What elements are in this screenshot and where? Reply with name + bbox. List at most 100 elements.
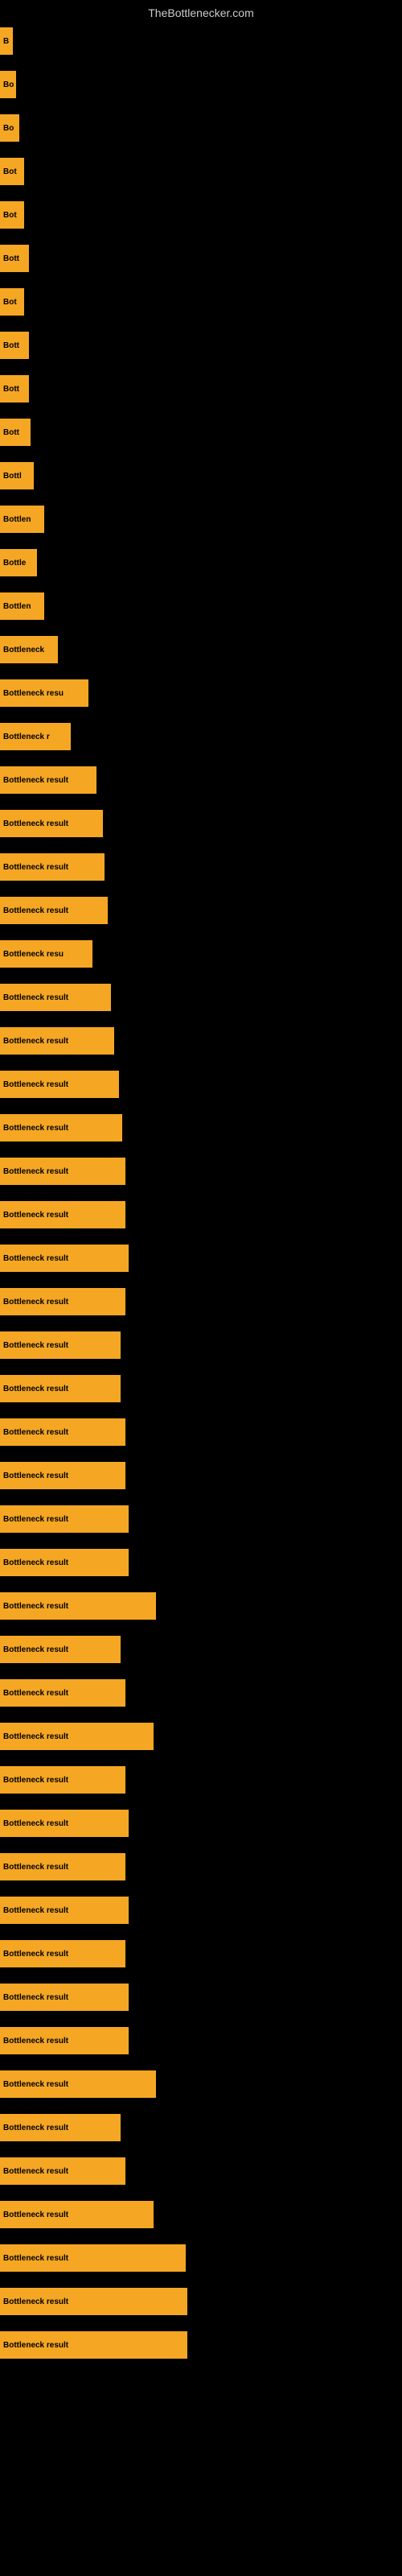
bar-row: Bot bbox=[0, 201, 402, 229]
bar-label: Bottleneck result bbox=[3, 1645, 68, 1654]
bar: Bottlen bbox=[0, 506, 44, 533]
bar-row: Bott bbox=[0, 245, 402, 272]
bar: Bottleneck result bbox=[0, 2070, 156, 2098]
bar: Bottleneck result bbox=[0, 1549, 129, 1576]
bar-label: Bottleneck result bbox=[3, 1950, 68, 1959]
bar-label: Bottleneck result bbox=[3, 2341, 68, 2350]
bar-row: Bottleneck r bbox=[0, 723, 402, 750]
bar: Bot bbox=[0, 158, 24, 185]
bar-label: Bottleneck result bbox=[3, 1167, 68, 1176]
bar: Bottleneck result bbox=[0, 2201, 154, 2228]
bar-row: Bottleneck result bbox=[0, 1027, 402, 1055]
bar-row: Bottleneck resu bbox=[0, 679, 402, 707]
bar: Bottleneck result bbox=[0, 810, 103, 837]
bar-label: Bott bbox=[3, 254, 19, 263]
bar: Bottleneck result bbox=[0, 2027, 129, 2054]
bar-row: Bot bbox=[0, 158, 402, 185]
site-title: TheBottlenecker.com bbox=[0, 0, 402, 23]
bar: Bottleneck result bbox=[0, 2244, 186, 2272]
bar: Bott bbox=[0, 245, 29, 272]
bar: Bottleneck result bbox=[0, 2331, 187, 2359]
bar-label: Bottleneck result bbox=[3, 1124, 68, 1133]
bar-label: Bottleneck result bbox=[3, 1472, 68, 1480]
bar: Bottleneck result bbox=[0, 2288, 187, 2315]
bar-label: Bottleneck result bbox=[3, 1298, 68, 1307]
bar-label: Bottleneck result bbox=[3, 2037, 68, 2046]
bar-label: Bot bbox=[3, 211, 17, 220]
bar: Bottleneck result bbox=[0, 1505, 129, 1533]
bar-row: Bottleneck result bbox=[0, 810, 402, 837]
bar: Bottleneck result bbox=[0, 1418, 125, 1446]
bar: Bottleneck bbox=[0, 636, 58, 663]
bar-row: Bottleneck result bbox=[0, 897, 402, 924]
bar: Bottleneck result bbox=[0, 1331, 121, 1359]
bar-label: Bottleneck result bbox=[3, 1819, 68, 1828]
bar-row: Bott bbox=[0, 332, 402, 359]
bar-label: Bottleneck bbox=[3, 646, 44, 654]
bar: B bbox=[0, 27, 13, 55]
bar-row: Bottleneck result bbox=[0, 1679, 402, 1707]
bar-label: Bottleneck result bbox=[3, 1689, 68, 1698]
bar-row: Bottleneck resu bbox=[0, 940, 402, 968]
bar-row: Bottleneck result bbox=[0, 1723, 402, 1750]
bar-row: Bottleneck result bbox=[0, 1288, 402, 1315]
bar: Bo bbox=[0, 114, 19, 142]
bar: Bottle bbox=[0, 549, 37, 576]
bar-row: Bottleneck result bbox=[0, 766, 402, 794]
bar-label: Bottleneck result bbox=[3, 1602, 68, 1611]
bar: Bottleneck result bbox=[0, 1375, 121, 1402]
bar: Bottleneck result bbox=[0, 1636, 121, 1663]
page-wrapper: TheBottlenecker.com BBoBoBotBotBottBotBo… bbox=[0, 0, 402, 2576]
bar-row: Bottleneck result bbox=[0, 1418, 402, 1446]
bar: Bottlen bbox=[0, 592, 44, 620]
bar-row: Bo bbox=[0, 114, 402, 142]
bar-label: Bottleneck result bbox=[3, 819, 68, 828]
bar: Bottleneck result bbox=[0, 1679, 125, 1707]
bar: Bott bbox=[0, 332, 29, 359]
bar: Bottleneck result bbox=[0, 1592, 156, 1620]
bar: Bottleneck result bbox=[0, 1201, 125, 1228]
bar-row: B bbox=[0, 27, 402, 55]
bars-container: BBoBoBotBotBottBotBottBottBottBottlBottl… bbox=[0, 27, 402, 2359]
bar-row: Bottlen bbox=[0, 592, 402, 620]
bar: Bottl bbox=[0, 462, 34, 489]
bar-row: Bottleneck result bbox=[0, 1245, 402, 1272]
bar-row: Bottleneck result bbox=[0, 1853, 402, 1880]
bar-row: Bottleneck result bbox=[0, 1984, 402, 2011]
bar-row: Bott bbox=[0, 419, 402, 446]
bar-row: Bottl bbox=[0, 462, 402, 489]
bar-row: Bottleneck result bbox=[0, 2201, 402, 2228]
bar-row: Bottleneck result bbox=[0, 2157, 402, 2185]
bar-row: Bo bbox=[0, 71, 402, 98]
bar-label: Bottleneck result bbox=[3, 906, 68, 915]
bar-label: Bottleneck result bbox=[3, 1428, 68, 1437]
bar: Bottleneck result bbox=[0, 853, 105, 881]
bar-row: Bottleneck result bbox=[0, 1462, 402, 1489]
bar-label: Bottleneck result bbox=[3, 2124, 68, 2132]
bar-row: Bottleneck result bbox=[0, 2331, 402, 2359]
bar-label: Bo bbox=[3, 80, 14, 89]
bar: Bottleneck result bbox=[0, 1940, 125, 1967]
bar-row: Bottleneck result bbox=[0, 2070, 402, 2098]
bar-label: Bottleneck result bbox=[3, 1776, 68, 1785]
bar-label: Bottlen bbox=[3, 515, 31, 524]
bar-label: Bottleneck result bbox=[3, 1515, 68, 1524]
bar: Bottleneck result bbox=[0, 766, 96, 794]
bar-row: Bottleneck result bbox=[0, 1636, 402, 1663]
bar: Bottleneck result bbox=[0, 1462, 125, 1489]
bar-row: Bottleneck result bbox=[0, 984, 402, 1011]
bar-row: Bottleneck result bbox=[0, 1071, 402, 1098]
bar-label: Bottlen bbox=[3, 602, 31, 611]
bar-row: Bottleneck result bbox=[0, 1331, 402, 1359]
bar-label: Bott bbox=[3, 341, 19, 350]
bar-label: Bottleneck result bbox=[3, 1385, 68, 1393]
bar: Bottleneck result bbox=[0, 984, 111, 1011]
bar-label: Bottleneck result bbox=[3, 993, 68, 1002]
bar: Bottleneck result bbox=[0, 2114, 121, 2141]
bar-label: B bbox=[3, 37, 9, 46]
bar-row: Bottleneck result bbox=[0, 1505, 402, 1533]
bar-row: Bottleneck result bbox=[0, 2288, 402, 2315]
bar-label: Bottleneck result bbox=[3, 1906, 68, 1915]
bar-label: Bottleneck result bbox=[3, 2254, 68, 2263]
bar-label: Bottleneck result bbox=[3, 1254, 68, 1263]
